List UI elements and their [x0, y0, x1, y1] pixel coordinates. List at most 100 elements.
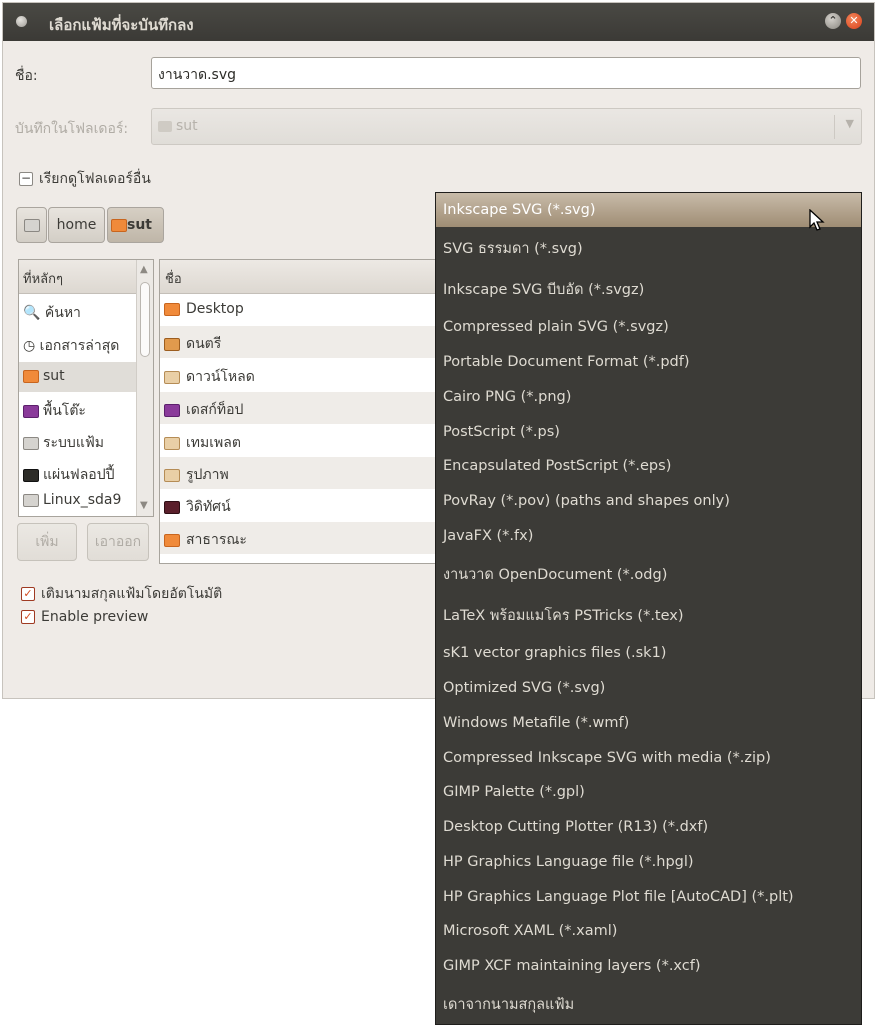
filetype-menu-item[interactable]: Windows Metafile (*.wmf)	[436, 706, 861, 740]
places-scrollbar[interactable]: ▲ ▼	[136, 260, 153, 516]
floppy-icon	[23, 468, 39, 482]
pictures-folder-icon	[164, 468, 180, 482]
window-menu-icon[interactable]	[16, 16, 27, 27]
filetype-menu-item[interactable]: Microsoft XAML (*.xaml)	[436, 914, 861, 948]
filetype-menu-item[interactable]: sK1 vector graphics files (.sk1)	[436, 636, 861, 670]
filetype-menu-item[interactable]: SVG ธรรมดา (*.svg)	[436, 232, 861, 266]
place-search[interactable]: 🔍 ค้นหา	[19, 296, 137, 326]
path-button-sut-label: sut	[127, 217, 152, 233]
enable-preview-checkbox[interactable]: ✓ Enable preview	[21, 609, 148, 625]
drive-icon	[23, 493, 39, 507]
file-list: ชื่อ Desktop ดนตรี ดาวน์โหลด เดสก์ท็อป เ…	[159, 259, 459, 564]
path-button-root[interactable]	[16, 207, 47, 243]
filetype-menu-item[interactable]: Portable Document Format (*.pdf)	[436, 345, 861, 379]
file-row[interactable]: Desktop	[160, 294, 458, 326]
place-recent[interactable]: ◷ เอกสารล่าสุด	[19, 329, 137, 359]
enable-preview-label: Enable preview	[41, 609, 149, 625]
filetype-menu-item[interactable]: HP Graphics Language file (*.hpgl)	[436, 845, 861, 879]
filetype-menu-item[interactable]: Encapsulated PostScript (*.eps)	[436, 449, 861, 483]
filetype-menu-item[interactable]: Optimized SVG (*.svg)	[436, 671, 861, 705]
scrollbar-thumb[interactable]	[140, 282, 150, 357]
file-list-header-name[interactable]: ชื่อ	[160, 260, 458, 294]
scroll-down-icon[interactable]: ▼	[140, 500, 148, 511]
filetype-menu-item[interactable]: เดาจากนามสกุลแฟ้ม	[436, 988, 861, 1022]
filetype-menu-item[interactable]: PovRay (*.pov) (paths and shapes only)	[436, 484, 861, 518]
filetype-menu-item[interactable]: Inkscape SVG (*.svg)	[436, 193, 861, 227]
file-name: วิดิทัศน์	[186, 499, 231, 515]
place-label: ค้นหา	[44, 305, 81, 321]
filetype-menu-item[interactable]: Compressed Inkscape SVG with media (*.zi…	[436, 741, 861, 775]
place-desktop[interactable]: พื้นโต๊ะ	[19, 394, 137, 424]
filetype-menu-item[interactable]: Inkscape SVG บีบอัด (*.svgz)	[436, 273, 861, 307]
auto-extension-label: เติมนามสกุลแฟ้มโดยอัตโนมัติ	[41, 586, 223, 602]
add-place-button[interactable]: เพิ่ม	[17, 523, 77, 561]
scroll-up-icon[interactable]: ▲	[140, 264, 148, 275]
file-row[interactable]: เทมเพลต	[160, 425, 458, 457]
download-folder-icon	[164, 370, 180, 384]
public-folder-icon	[164, 533, 180, 547]
place-label: sut	[43, 368, 65, 384]
filetype-menu-item[interactable]: Desktop Cutting Plotter (R13) (*.dxf)	[436, 810, 861, 844]
filetype-menu-item[interactable]: Cairo PNG (*.png)	[436, 380, 861, 414]
combo-separator	[834, 115, 835, 139]
file-row[interactable]: ดาวน์โหลด	[160, 359, 458, 391]
filetype-menu-item[interactable]: HP Graphics Language Plot file [AutoCAD]…	[436, 880, 861, 914]
place-label: เอกสารล่าสุด	[39, 338, 120, 354]
desktop-folder-icon	[164, 403, 180, 417]
path-button-sut[interactable]: sut	[107, 207, 164, 243]
file-name: ดนตรี	[186, 336, 222, 352]
chevron-down-icon: ▼	[845, 117, 854, 130]
remove-place-button[interactable]: เอาออก	[87, 523, 149, 561]
auto-extension-checkbox[interactable]: ✓ เติมนามสกุลแฟ้มโดยอัตโนมัติ	[21, 583, 222, 605]
file-row[interactable]: สาธารณะ	[160, 522, 458, 554]
file-name: รูปภาพ	[186, 467, 229, 483]
browse-folders-toggle[interactable]: − เรียกดูโฟลเดอร์อื่น	[19, 168, 151, 190]
places-header[interactable]: ที่หลักๆ	[19, 260, 137, 294]
path-button-home[interactable]: home	[48, 207, 105, 243]
place-floppy[interactable]: แผ่นฟลอปปี้	[19, 458, 137, 488]
music-folder-icon	[164, 337, 180, 351]
save-folder-label: บันทึกในโฟลเดอร์:	[15, 121, 129, 137]
file-name: เดสก์ท็อป	[186, 402, 244, 418]
drive-icon	[24, 219, 40, 232]
place-label: ระบบแฟ้ม	[43, 435, 104, 451]
filetype-menu: Inkscape SVG (*.svg) SVG ธรรมดา (*.svg) …	[435, 192, 862, 1025]
filetype-menu-item[interactable]: GIMP XCF maintaining layers (*.xcf)	[436, 949, 861, 983]
templates-folder-icon	[164, 436, 180, 450]
save-folder-combo[interactable]: sut ▼	[151, 108, 862, 145]
filetype-menu-item[interactable]: JavaFX (*.fx)	[436, 519, 861, 553]
file-row[interactable]: เดสก์ท็อป	[160, 392, 458, 424]
browse-folders-label: เรียกดูโฟลเดอร์อื่น	[39, 171, 151, 187]
place-filesystem[interactable]: ระบบแฟ้ม	[19, 426, 137, 456]
home-folder-icon	[111, 218, 127, 232]
place-home[interactable]: sut	[19, 362, 137, 392]
file-row[interactable]: รูปภาพ	[160, 457, 458, 489]
folder-icon	[164, 302, 180, 316]
minimize-icon[interactable]: ⌃	[825, 13, 841, 29]
filetype-menu-item[interactable]: LaTeX พร้อมแมโคร PSTricks (*.tex)	[436, 599, 861, 633]
recent-icon: ◷	[23, 338, 36, 354]
home-folder-icon	[23, 369, 39, 383]
filetype-menu-item[interactable]: GIMP Palette (*.gpl)	[436, 775, 861, 809]
file-row[interactable]: วิดิทัศน์	[160, 489, 458, 521]
filetype-menu-item[interactable]: งานวาด OpenDocument (*.odg)	[436, 558, 861, 592]
videos-folder-icon	[164, 500, 180, 514]
place-linux-sda9[interactable]: Linux_sda9	[19, 486, 137, 516]
file-name: ดาวน์โหลด	[186, 369, 255, 385]
file-row[interactable]: ดนตรี	[160, 326, 458, 358]
filetype-menu-item[interactable]: PostScript (*.ps)	[436, 415, 861, 449]
window-title: เลือกแฟ้มที่จะบันทึกลง	[49, 16, 194, 34]
title-bar[interactable]: เลือกแฟ้มที่จะบันทึกลง ⌃ ✕	[3, 3, 874, 41]
home-folder-icon	[158, 121, 172, 132]
filetype-menu-item[interactable]: Compressed plain SVG (*.svgz)	[436, 310, 861, 344]
filesystem-icon	[23, 436, 39, 450]
place-label: พื้นโต๊ะ	[43, 403, 86, 419]
checkbox-checked-icon: ✓	[21, 610, 35, 624]
save-folder-value: sut	[176, 118, 198, 134]
name-label: ชื่อ:	[15, 68, 38, 84]
close-icon[interactable]: ✕	[846, 13, 862, 29]
places-panel: ที่หลักๆ 🔍 ค้นหา ◷ เอกสารล่าสุด sut พื้น…	[18, 259, 154, 517]
filename-input[interactable]: งานวาด.svg	[151, 57, 861, 89]
place-label: แผ่นฟลอปปี้	[43, 467, 115, 483]
file-name: เทมเพลต	[186, 435, 241, 451]
